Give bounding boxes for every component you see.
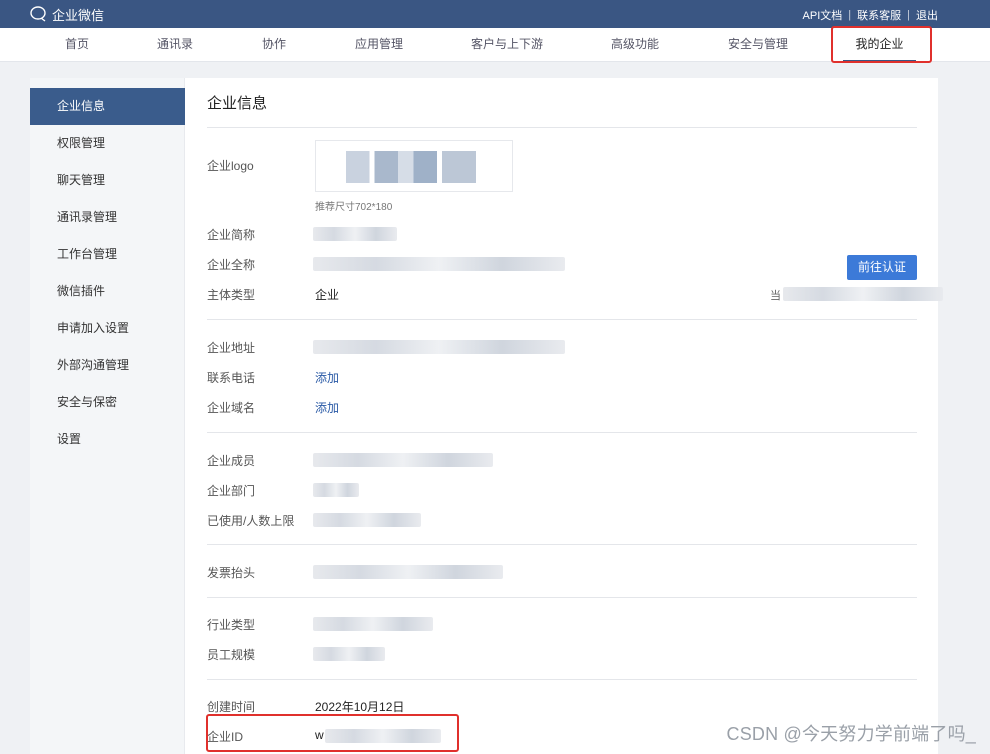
- current-status-prefix: 当: [770, 290, 781, 302]
- current-status-value: [783, 287, 943, 301]
- logo-hint: 推荐尺寸702*180: [315, 202, 393, 213]
- nav-advanced[interactable]: 高级功能: [600, 28, 670, 62]
- invoice-label: 发票抬头: [207, 566, 256, 580]
- usage-label: 已使用/人数上限: [207, 514, 295, 528]
- nav-security[interactable]: 安全与管理: [722, 28, 794, 62]
- divider: [207, 432, 917, 433]
- sidebar-item-external-comm[interactable]: 外部沟通管理: [30, 347, 185, 384]
- short-name-value: [313, 227, 397, 241]
- divider: [207, 679, 917, 680]
- sidebar-item-join-settings[interactable]: 申请加入设置: [30, 310, 185, 347]
- top-bar: 企业微信 API文档 | 联系客服 | 退出: [0, 0, 990, 28]
- sidebar-item-enterprise-info[interactable]: 企业信息: [30, 88, 185, 125]
- full-name-label: 企业全称: [207, 258, 256, 272]
- domain-label: 企业域名: [207, 401, 256, 415]
- invoice-value: [313, 565, 503, 579]
- logo-label: 企业logo: [207, 159, 254, 173]
- industry-label: 行业类型: [207, 618, 256, 632]
- add-phone-link[interactable]: 添加: [315, 369, 339, 386]
- departments-value: [313, 483, 359, 497]
- brand-name: 企业微信: [52, 7, 105, 23]
- address-label: 企业地址: [207, 341, 256, 355]
- logo-image: [346, 151, 476, 183]
- phone-label: 联系电话: [207, 371, 256, 385]
- add-domain-link[interactable]: 添加: [315, 399, 339, 416]
- main-panel: 企业信息 权限管理 聊天管理 通讯录管理 工作台管理 微信插件 申请加入设置 外…: [30, 78, 943, 754]
- departments-label: 企业部门: [207, 484, 256, 498]
- sidebar: 企业信息 权限管理 聊天管理 通讯录管理 工作台管理 微信插件 申请加入设置 外…: [30, 78, 185, 754]
- nav-collaboration[interactable]: 协作: [242, 28, 306, 62]
- nav-customers[interactable]: 客户与上下游: [463, 28, 551, 62]
- api-docs-link[interactable]: API文档: [803, 7, 843, 23]
- wecom-logo-icon: [30, 6, 48, 22]
- staff-scale-value: [313, 647, 385, 661]
- logout-link[interactable]: 退出: [916, 7, 938, 23]
- logo-upload[interactable]: [315, 140, 513, 192]
- nav-home[interactable]: 首页: [45, 28, 109, 62]
- sidebar-item-security[interactable]: 安全与保密: [30, 384, 185, 421]
- nav-contacts[interactable]: 通讯录: [143, 28, 207, 62]
- sidebar-item-contacts[interactable]: 通讯录管理: [30, 199, 185, 236]
- address-value: [313, 340, 565, 354]
- highlight-box-corp-id: [206, 714, 459, 752]
- page-title: 企业信息: [207, 95, 268, 112]
- link-separator: |: [907, 9, 910, 21]
- members-value: [313, 453, 493, 467]
- sidebar-item-settings[interactable]: 设置: [30, 421, 185, 458]
- watermark: CSDN @今天努力学前端了吗_: [726, 724, 976, 744]
- divider: [207, 544, 917, 545]
- created-value: 2022年10月12日: [315, 700, 405, 714]
- created-label: 创建时间: [207, 700, 256, 714]
- type-label: 主体类型: [207, 288, 256, 302]
- sidebar-item-chat[interactable]: 聊天管理: [30, 162, 185, 199]
- type-value: 企业: [315, 288, 340, 302]
- contact-support-link[interactable]: 联系客服: [857, 7, 901, 23]
- sidebar-item-workbench[interactable]: 工作台管理: [30, 236, 185, 273]
- brand[interactable]: 企业微信: [30, 5, 104, 23]
- short-name-label: 企业简称: [207, 228, 256, 242]
- divider: [207, 319, 917, 320]
- nav-app-management[interactable]: 应用管理: [345, 28, 413, 62]
- usage-value: [313, 513, 421, 527]
- divider: [207, 127, 917, 128]
- sidebar-item-permissions[interactable]: 权限管理: [30, 125, 185, 162]
- content-area: 企业信息 企业logo 推荐尺寸702*180 企业简称 企业全称 前往认证 主…: [185, 78, 943, 754]
- full-name-value: [313, 257, 565, 271]
- members-label: 企业成员: [207, 454, 256, 468]
- link-separator: |: [848, 9, 852, 21]
- highlight-box-nav: [831, 26, 932, 63]
- industry-value: [313, 617, 433, 631]
- staff-scale-label: 员工规模: [207, 648, 256, 662]
- top-links: API文档 | 联系客服 | 退出: [803, 7, 938, 23]
- divider: [207, 597, 917, 598]
- sidebar-item-wechat-plugin[interactable]: 微信插件: [30, 273, 185, 310]
- verify-button[interactable]: 前往认证: [847, 255, 917, 280]
